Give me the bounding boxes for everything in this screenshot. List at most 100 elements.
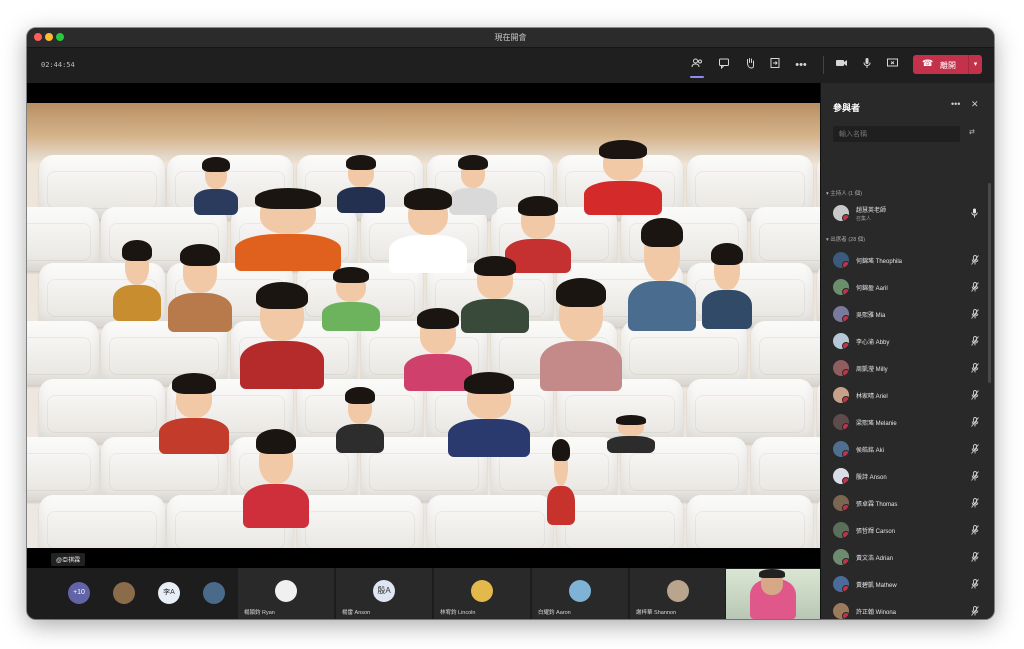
avatar: [833, 549, 849, 565]
avatar: [833, 414, 849, 430]
participant-tile[interactable]: 殷A 楊雷 Anson: [336, 568, 433, 619]
participant-row[interactable]: 黃文浩 Adrian: [821, 544, 991, 570]
participant-row[interactable]: 梁熙瑤 Melanie: [821, 409, 991, 435]
mic-muted-icon: [971, 390, 979, 400]
participants-panel: 參與者 ••• ✕ ⇄ ▾ 主持人 (1 個) 趙慧英老師 召集人 ▾ 出席者 …: [820, 83, 994, 619]
auditorium-seat: [27, 437, 99, 501]
tile-label: 楊雷 Anson: [342, 610, 371, 616]
avatar[interactable]: [203, 582, 225, 604]
chevron-down-icon[interactable]: ▾: [968, 55, 982, 74]
more-participants-button[interactable]: +10: [68, 582, 90, 604]
panel-more-icon[interactable]: •••: [951, 99, 960, 109]
participant-row[interactable]: 黃碧凱 Mathew: [821, 571, 991, 597]
avatar: [833, 603, 849, 619]
auditorium-seat: [39, 379, 165, 443]
meeting-window: 現在開會 02:44:54 ••• ☎ 離開 ▾ @亞祺霖 +10 李A 楊頴鈞…: [27, 28, 994, 619]
raise-hand-icon[interactable]: [742, 57, 758, 73]
chat-icon[interactable]: [716, 57, 732, 73]
invite-input[interactable]: [833, 126, 960, 142]
participant-tile[interactable]: 謝梓華 Shannon: [630, 568, 726, 619]
cutout-hair: [615, 415, 647, 425]
participant-row[interactable]: 許正翰 Winona: [821, 598, 991, 619]
participant-video-cutout: [532, 271, 630, 391]
meeting-toolbar: 02:44:54 ••• ☎ 離開 ▾: [27, 48, 994, 82]
avatar[interactable]: 李A: [158, 582, 180, 604]
participant-tile[interactable]: 楊頴鈞 Ryan: [238, 568, 335, 619]
close-icon[interactable]: ✕: [971, 99, 979, 110]
participant-row[interactable]: 張哲輝 Carson: [821, 517, 991, 543]
participant-row-host[interactable]: 趙慧英老師 召集人: [821, 200, 991, 226]
mic-icon[interactable]: [859, 57, 875, 73]
cutout-hair: [711, 242, 743, 265]
participant-name: 黃碧凱 Mathew: [856, 583, 897, 589]
participant-name: 許正翰 Winona: [856, 610, 897, 616]
avatar: [833, 495, 849, 511]
share-tray-icon[interactable]: [767, 57, 783, 73]
participant-video-cutout: [225, 183, 351, 271]
avatar: [833, 252, 849, 268]
speaker-name-chip: @亞祺霖: [51, 553, 86, 566]
cutout-body: [539, 340, 623, 391]
participant-row[interactable]: 周凱瀅 Milly: [821, 355, 991, 381]
avatar: [275, 580, 297, 602]
participants-icon[interactable]: [689, 57, 705, 78]
cutout-body: [628, 280, 696, 331]
cutout-hair: [463, 372, 515, 394]
cutout-body: [321, 302, 381, 331]
leave-button[interactable]: ☎ 離開 ▾: [913, 55, 982, 74]
cutout-body: [336, 423, 384, 453]
toolbar-divider: [823, 56, 824, 74]
camera-icon[interactable]: [833, 57, 849, 73]
cutout-body: [168, 292, 232, 332]
cutout-body: [447, 419, 531, 457]
tile-label: 楊頴鈞 Ryan: [244, 610, 275, 616]
participant-row[interactable]: 何錦瑤 Theophila: [821, 247, 991, 273]
share-screen-icon[interactable]: [884, 57, 900, 73]
attendee-section-label: 出席者 (28 個): [830, 237, 866, 243]
avatar[interactable]: [113, 582, 135, 604]
avatar: [833, 279, 849, 295]
mic-muted-icon: [971, 282, 979, 292]
participant-row[interactable]: 張卓霖 Thomas: [821, 490, 991, 516]
cutout-hair: [416, 308, 460, 330]
panel-scrollbar[interactable]: [988, 183, 991, 383]
host-section-header[interactable]: ▾ 主持人 (1 個): [826, 189, 862, 197]
cutout-body: [606, 436, 656, 453]
share-link-icon[interactable]: ⇄: [969, 128, 975, 136]
attendee-section-header[interactable]: ▾ 出席者 (28 個): [826, 235, 865, 243]
participant-name: 林家晴 Ariel: [856, 394, 888, 400]
auditorium-scene: [27, 103, 820, 548]
participant-row[interactable]: 李心渝 Abby: [821, 328, 991, 354]
participant-row[interactable]: 吳熙雅 Mia: [821, 301, 991, 327]
cutout-hair: [458, 154, 488, 171]
auditorium-ceiling: [27, 103, 820, 159]
auditorium-seat: [751, 437, 820, 501]
participant-video-cutout: [109, 235, 165, 321]
participant-video-cutout: [162, 238, 238, 332]
meeting-timer: 02:44:54: [41, 61, 75, 69]
auditorium-seat: [39, 495, 165, 548]
mic-muted-icon: [971, 498, 979, 508]
participant-video-cutout: [237, 423, 315, 528]
avatar: [471, 580, 493, 602]
avatar: [833, 468, 849, 484]
cutout-hair: [555, 278, 607, 307]
self-video-preview[interactable]: [726, 569, 820, 619]
participant-name: 侯皓銘 Aki: [856, 448, 885, 454]
participant-row[interactable]: 殷詩 Anson: [821, 463, 991, 489]
participant-video-cutout: [602, 413, 660, 453]
participant-name: 殷詩 Anson: [856, 475, 887, 481]
participant-tile[interactable]: 林宥鈞 Lincoln: [434, 568, 531, 619]
cutout-hair: [345, 154, 377, 170]
participant-row[interactable]: 何錦盈 Aaril: [821, 274, 991, 300]
auditorium-seat: [27, 207, 99, 271]
participant-row[interactable]: 侯皓銘 Aki: [821, 436, 991, 462]
participant-row[interactable]: 林家晴 Ariel: [821, 382, 991, 408]
more-options-icon[interactable]: •••: [793, 57, 809, 73]
participant-tile[interactable]: 白耀鈞 Aaron: [532, 568, 629, 619]
avatar: [833, 333, 849, 349]
auditorium-seat: [687, 379, 813, 443]
avatar: [833, 360, 849, 376]
tile-label: 謝梓華 Shannon: [636, 610, 677, 616]
auditorium-seat: [751, 321, 820, 385]
